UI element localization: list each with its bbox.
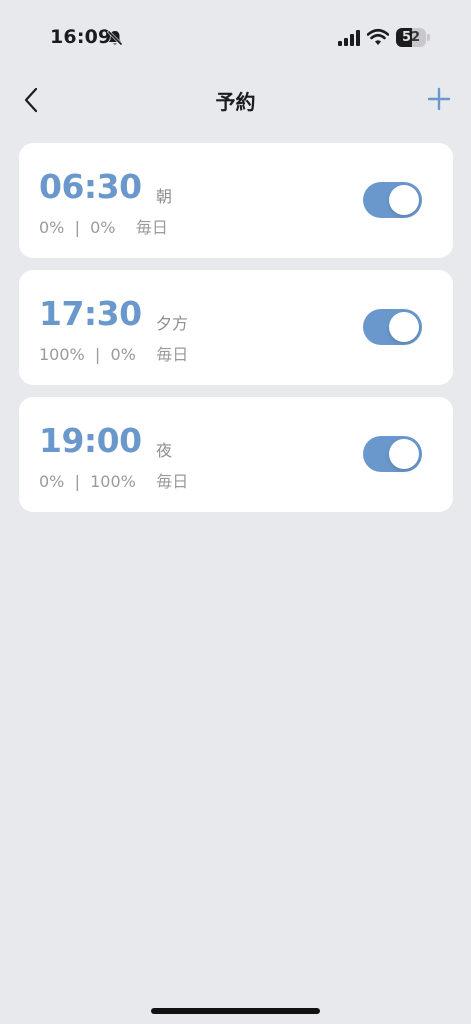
navigation-bar: 予約 (0, 70, 471, 130)
toggle-knob (389, 312, 419, 342)
level-b: 0% (110, 345, 136, 364)
schedule-toggle[interactable] (363, 182, 422, 218)
schedule-toggle[interactable] (363, 436, 422, 472)
repeat-label: 毎日 (156, 345, 189, 364)
schedule-list: 06:30 朝 0% | 0% 毎日 17:30 夕方 100% | 0% 毎日… (19, 143, 453, 524)
repeat-label: 毎日 (135, 218, 168, 237)
level-a: 0% (39, 472, 65, 491)
schedule-detail: 100% | 0% 毎日 (39, 345, 189, 364)
toggle-knob (389, 439, 419, 469)
schedule-time: 19:00 (39, 421, 142, 460)
battery-body: 52 (396, 28, 426, 47)
status-time: 16:09 (50, 26, 112, 48)
schedule-time: 17:30 (39, 294, 142, 333)
level-b: 0% (90, 218, 116, 237)
schedule-toggle[interactable] (363, 309, 422, 345)
level-b: 100% (90, 472, 136, 491)
schedule-card[interactable]: 06:30 朝 0% | 0% 毎日 (19, 143, 453, 258)
cellular-signal-icon (338, 30, 360, 46)
status-bar: 16:09 52 (0, 0, 471, 70)
schedule-time: 06:30 (39, 167, 142, 206)
home-indicator (151, 1008, 320, 1014)
page-title: 予約 (215, 90, 256, 114)
schedule-detail: 0% | 100% 毎日 (39, 472, 189, 491)
schedule-label: 夕方 (156, 314, 189, 333)
level-a: 100% (39, 345, 85, 364)
schedule-card[interactable]: 17:30 夕方 100% | 0% 毎日 (19, 270, 453, 385)
schedule-detail: 0% | 0% 毎日 (39, 218, 168, 237)
bell-slash-icon (106, 29, 124, 47)
schedule-label: 夜 (156, 441, 173, 460)
level-a: 0% (39, 218, 65, 237)
repeat-label: 毎日 (156, 472, 189, 491)
plus-icon[interactable] (427, 87, 451, 111)
schedule-card[interactable]: 19:00 夜 0% | 100% 毎日 (19, 397, 453, 512)
toggle-knob (389, 185, 419, 215)
battery-level: 52 (401, 30, 421, 45)
battery-icon: 52 (396, 28, 430, 47)
battery-cap (427, 34, 430, 41)
schedule-label: 朝 (156, 187, 173, 206)
wifi-icon (367, 28, 389, 45)
